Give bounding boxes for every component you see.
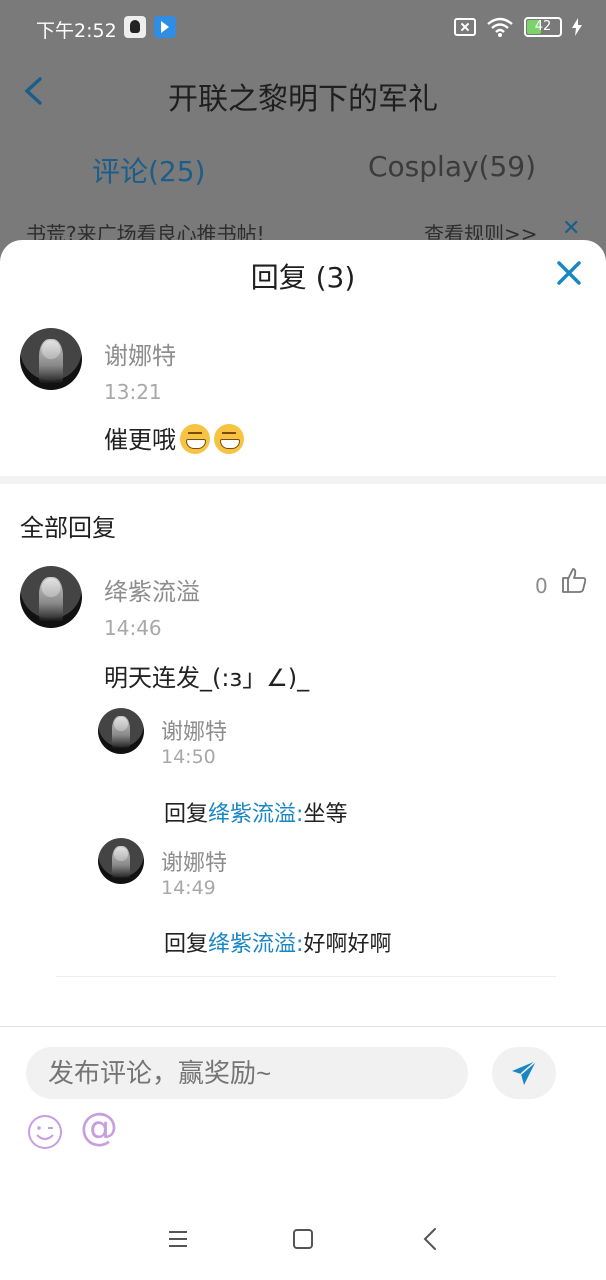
comment-input[interactable] <box>26 1047 468 1099</box>
avatar[interactable] <box>20 328 82 390</box>
sub-reply-text: 回复绛紫流溢:好啊好啊 <box>164 926 391 958</box>
comment-text: 催更哦 <box>104 420 244 455</box>
divider <box>56 976 556 977</box>
sub-reply-content: 好啊好啊 <box>303 932 392 957</box>
reply-target-link[interactable]: 绛紫流溢: <box>208 932 303 957</box>
menu-icon[interactable] <box>168 1230 188 1248</box>
comment-composer: @ <box>0 1026 606 1200</box>
status-icons: 42 <box>454 14 582 40</box>
sub-reply-username[interactable]: 谢娜特 <box>161 714 227 746</box>
status-time: 下午2:52 <box>36 20 117 42</box>
comment-time: 13:21 <box>104 380 162 404</box>
close-icon[interactable] <box>556 260 582 286</box>
app-notification-icon <box>154 16 176 38</box>
charging-icon <box>572 18 582 36</box>
reply-text: 明天连发_(:з」∠)_ <box>104 664 310 692</box>
tab-comments[interactable]: 评论(25) <box>92 150 205 190</box>
all-replies-heading: 全部回复 <box>20 514 116 542</box>
emoji-icon[interactable] <box>26 1113 64 1151</box>
tab-bar: 评论(25) Cosplay(59) <box>0 130 606 204</box>
back-icon[interactable] <box>422 1226 438 1252</box>
page-title: 开联之黎明下的军礼 <box>168 82 438 117</box>
app-header: 开联之黎明下的军礼 <box>0 52 606 130</box>
comment-text-content: 催更哦 <box>104 426 176 454</box>
sub-reply-text: 回复绛紫流溢:坐等 <box>164 796 347 828</box>
status-bar: 下午2:52 42 <box>0 0 606 52</box>
qq-notification-icon <box>124 16 146 38</box>
reply-prefix: 回复 <box>164 802 209 827</box>
like-count: 0 <box>535 574 548 598</box>
reply-prefix: 回复 <box>164 932 209 957</box>
battery-icon: 42 <box>524 17 562 37</box>
grin-emoji-icon <box>214 424 244 454</box>
tab-cosplay[interactable]: Cosplay(59) <box>368 150 536 183</box>
home-icon[interactable] <box>293 1229 313 1249</box>
send-button[interactable] <box>492 1047 556 1099</box>
banner-close-icon[interactable]: ✕ <box>562 216 580 241</box>
sub-reply-username[interactable]: 谢娜特 <box>161 845 227 877</box>
reply-time: 14:46 <box>104 616 162 640</box>
sub-reply-time: 14:49 <box>161 877 216 899</box>
mention-button[interactable]: @ <box>80 1105 118 1149</box>
system-nav-bar <box>0 1200 606 1280</box>
no-sim-icon <box>454 18 476 36</box>
sub-reply-content: 坐等 <box>303 802 348 827</box>
avatar[interactable] <box>98 838 144 884</box>
sheet-title: 回复 (3) <box>250 261 356 294</box>
comment-username[interactable]: 谢娜特 <box>104 336 176 371</box>
thumbs-up-icon[interactable] <box>560 566 588 594</box>
avatar[interactable] <box>98 708 144 754</box>
section-divider <box>0 476 606 484</box>
grin-emoji-icon <box>180 424 210 454</box>
battery-level: 42 <box>534 19 552 34</box>
avatar[interactable] <box>20 566 82 628</box>
sub-reply-time: 14:50 <box>161 746 216 768</box>
wifi-icon <box>487 17 513 37</box>
reply-target-link[interactable]: 绛紫流溢: <box>208 802 303 827</box>
reply-username[interactable]: 绛紫流溢 <box>104 572 200 607</box>
send-icon <box>512 1060 537 1085</box>
